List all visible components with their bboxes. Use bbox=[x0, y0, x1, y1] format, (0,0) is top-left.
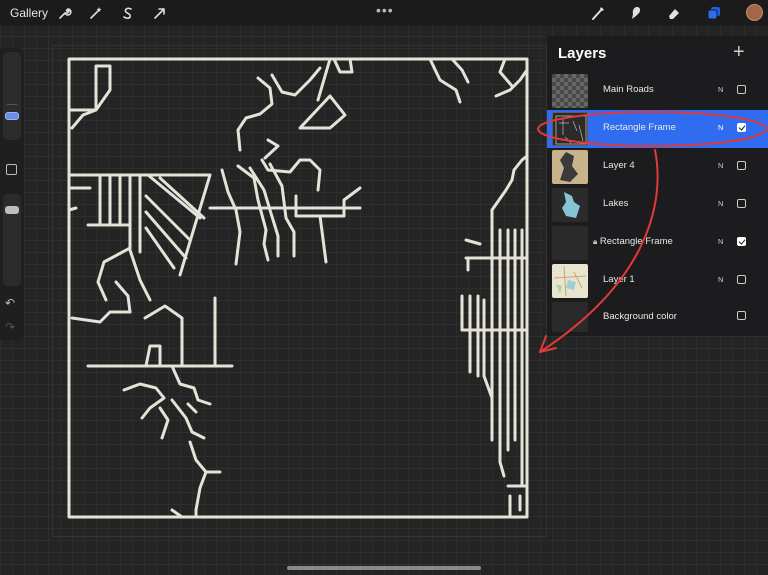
blend-mode-label[interactable]: N bbox=[718, 85, 723, 94]
layers-panel: Layers + Main Roads N Rectangle Frame N … bbox=[547, 36, 768, 336]
add-layer-button[interactable]: + bbox=[733, 41, 745, 64]
layer-row-selected[interactable]: Rectangle Frame N bbox=[547, 110, 768, 148]
layer-name: Layer 4 bbox=[603, 160, 635, 171]
layer-name-text: Rectangle Frame bbox=[599, 236, 673, 247]
layer-row[interactable]: Lakes N bbox=[547, 186, 768, 224]
layer-visibility-checkbox[interactable] bbox=[737, 311, 746, 320]
layer-thumbnail bbox=[552, 302, 588, 332]
layers-panel-title: Layers bbox=[558, 45, 607, 62]
layer-thumbnail bbox=[552, 112, 588, 146]
blend-mode-label[interactable]: N bbox=[718, 275, 723, 284]
layer-row[interactable]: Layer 1 N bbox=[547, 262, 768, 300]
layer-name: Layer 1 bbox=[603, 274, 635, 285]
layer-visibility-checkbox[interactable] bbox=[737, 275, 746, 284]
layer-visibility-checkbox[interactable] bbox=[737, 161, 746, 170]
blend-mode-label[interactable]: N bbox=[718, 199, 723, 208]
home-indicator[interactable] bbox=[287, 566, 481, 570]
blend-mode-label[interactable]: N bbox=[718, 123, 723, 132]
layer-visibility-checkbox[interactable] bbox=[737, 123, 746, 132]
layer-row[interactable]: Layer 4 N bbox=[547, 148, 768, 186]
layer-name: Rectangle Frame bbox=[603, 122, 676, 133]
layer-row[interactable]: Background color bbox=[547, 300, 768, 334]
blend-mode-label[interactable]: N bbox=[718, 161, 723, 170]
blend-mode-label[interactable]: N bbox=[718, 237, 723, 246]
layer-row[interactable]: 🔒︎ Rectangle Frame N bbox=[547, 224, 768, 262]
layer-visibility-checkbox[interactable] bbox=[737, 237, 746, 246]
layer-visibility-checkbox[interactable] bbox=[737, 85, 746, 94]
layer-thumbnail bbox=[552, 150, 588, 184]
layer-name: Background color bbox=[603, 311, 677, 322]
layer-row[interactable]: Main Roads N bbox=[547, 72, 768, 110]
lock-icon: 🔒︎ bbox=[593, 237, 598, 246]
layer-visibility-checkbox[interactable] bbox=[737, 199, 746, 208]
layer-thumbnail bbox=[552, 226, 588, 260]
layer-thumbnail bbox=[552, 74, 588, 108]
layer-name: Main Roads bbox=[603, 84, 654, 95]
layer-name: 🔒︎ Rectangle Frame bbox=[593, 236, 673, 247]
layer-name: Lakes bbox=[603, 198, 629, 209]
layer-thumbnail bbox=[552, 188, 588, 222]
layer-thumbnail bbox=[552, 264, 588, 298]
